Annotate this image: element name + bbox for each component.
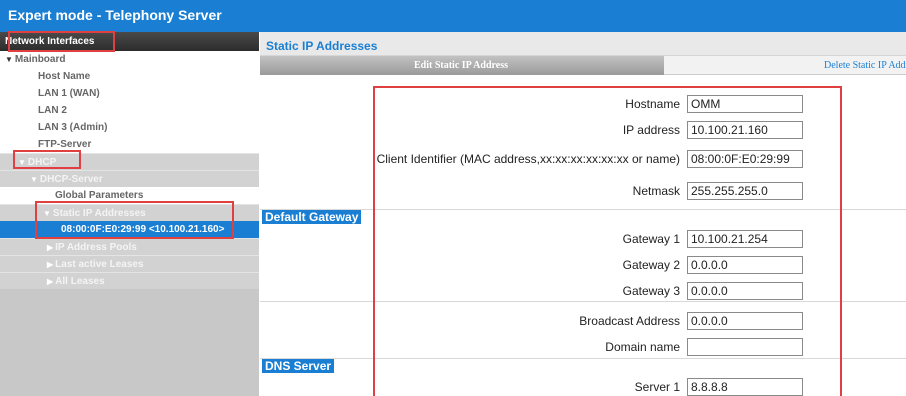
sidebar-item-static-ip-addresses[interactable]: ▼ Static IP Addresses: [0, 204, 259, 221]
sidebar-item-static-entry[interactable]: 08:00:0F:E0:29:99 <10.100.21.160>: [0, 221, 259, 238]
sidebar-item-label: 08:00:0F:E0:29:99 <10.100.21.160>: [61, 224, 225, 235]
gateway2-input[interactable]: [687, 256, 803, 274]
sidebar-item-label: LAN 2: [38, 105, 67, 116]
section-dns-server: DNS Server: [262, 359, 335, 373]
sidebar-item-label: Global Parameters: [55, 190, 144, 201]
gateway2-label: Gateway 2: [622, 258, 680, 272]
hostname-input[interactable]: [687, 95, 803, 113]
divider: [260, 301, 906, 302]
sidebar-item-lan2[interactable]: LAN 2: [0, 102, 259, 119]
sidebar-item-label: LAN 1 (WAN): [38, 88, 100, 99]
sidebar-item-label: All Leases: [55, 276, 105, 287]
hostname-label: Hostname: [625, 97, 680, 111]
tab-edit-static-ip[interactable]: Edit Static IP Address: [260, 56, 664, 75]
sidebar-item-ftp-server[interactable]: FTP-Server: [0, 136, 259, 153]
sidebar-item-dhcp[interactable]: ▼ DHCP: [0, 153, 259, 170]
sidebar-item-ip-address-pools[interactable]: ▶ IP Address Pools: [0, 238, 259, 255]
sidebar-item-label: Static IP Addresses: [52, 208, 146, 219]
triangle-right-icon: ▶: [47, 260, 54, 269]
title-bar: Expert mode - Telephony Server: [0, 0, 906, 32]
domain-name-label: Domain name: [605, 340, 680, 354]
sidebar-header[interactable]: Network Interfaces: [0, 32, 259, 51]
sidebar-item-global-parameters[interactable]: Global Parameters: [0, 187, 259, 204]
sidebar-item-label: DHCP-Server: [39, 174, 103, 185]
sidebar-item-label: DHCP: [27, 157, 57, 168]
sidebar-item-label: LAN 3 (Admin): [38, 122, 108, 133]
client-identifier-input[interactable]: [687, 150, 803, 168]
section-default-gateway: Default Gateway: [262, 210, 362, 224]
page-title: Static IP Addresses: [266, 39, 378, 53]
domain-name-input[interactable]: [687, 338, 803, 356]
broadcast-address-input[interactable]: [687, 312, 803, 330]
sidebar-item-lan3[interactable]: LAN 3 (Admin): [0, 119, 259, 136]
sidebar-item-host-name[interactable]: Host Name: [0, 68, 259, 85]
netmask-input[interactable]: [687, 182, 803, 200]
window-title: Expert mode - Telephony Server: [8, 7, 222, 23]
gateway1-input[interactable]: [687, 230, 803, 248]
sidebar-item-label: Mainboard: [14, 54, 66, 65]
gateway3-input[interactable]: [687, 282, 803, 300]
triangle-right-icon: ▶: [47, 243, 54, 252]
triangle-down-icon: ▼: [5, 55, 13, 64]
sidebar-item-all-leases[interactable]: ▶ All Leases: [0, 272, 259, 289]
gateway1-label: Gateway 1: [622, 232, 680, 246]
sidebar-header-label: Network Interfaces: [5, 36, 95, 47]
broadcast-address-label: Broadcast Address: [579, 314, 680, 328]
dns-server1-input[interactable]: [687, 378, 803, 396]
tab-label: Delete Static IP Address: [824, 60, 906, 71]
sidebar-item-lan1[interactable]: LAN 1 (WAN): [0, 85, 259, 102]
sidebar-item-label: FTP-Server: [38, 139, 92, 150]
triangle-down-icon: ▼: [18, 158, 26, 167]
triangle-right-icon: ▶: [47, 277, 54, 286]
tab-bar: Edit Static IP Address Delete Static IP …: [260, 56, 906, 75]
sidebar-item-mainboard[interactable]: ▼ Mainboard: [0, 51, 259, 68]
ip-address-label: IP address: [622, 123, 680, 137]
netmask-label: Netmask: [632, 184, 680, 198]
client-identifier-label: Client Identifier (MAC address,xx:xx:xx:…: [376, 152, 680, 166]
triangle-down-icon: ▼: [43, 209, 51, 218]
triangle-down-icon: ▼: [30, 175, 38, 184]
content-header: Static IP Addresses: [260, 32, 906, 56]
gateway3-label: Gateway 3: [622, 284, 680, 298]
sidebar-item-label: Host Name: [38, 71, 91, 82]
ip-address-input[interactable]: [687, 121, 803, 139]
dns-server1-label: Server 1: [634, 380, 680, 394]
tab-delete-static-ip[interactable]: Delete Static IP Address: [664, 56, 906, 75]
tab-label: Edit Static IP Address: [414, 60, 508, 71]
divider: [260, 358, 906, 359]
sidebar: Network Interfaces ▼ Mainboard Host Name …: [0, 32, 259, 396]
sidebar-item-last-active-leases[interactable]: ▶ Last active Leases: [0, 255, 259, 272]
sidebar-item-label: IP Address Pools: [55, 242, 137, 253]
sidebar-item-dhcp-server[interactable]: ▼ DHCP-Server: [0, 170, 259, 187]
sidebar-item-label: Last active Leases: [55, 259, 144, 270]
